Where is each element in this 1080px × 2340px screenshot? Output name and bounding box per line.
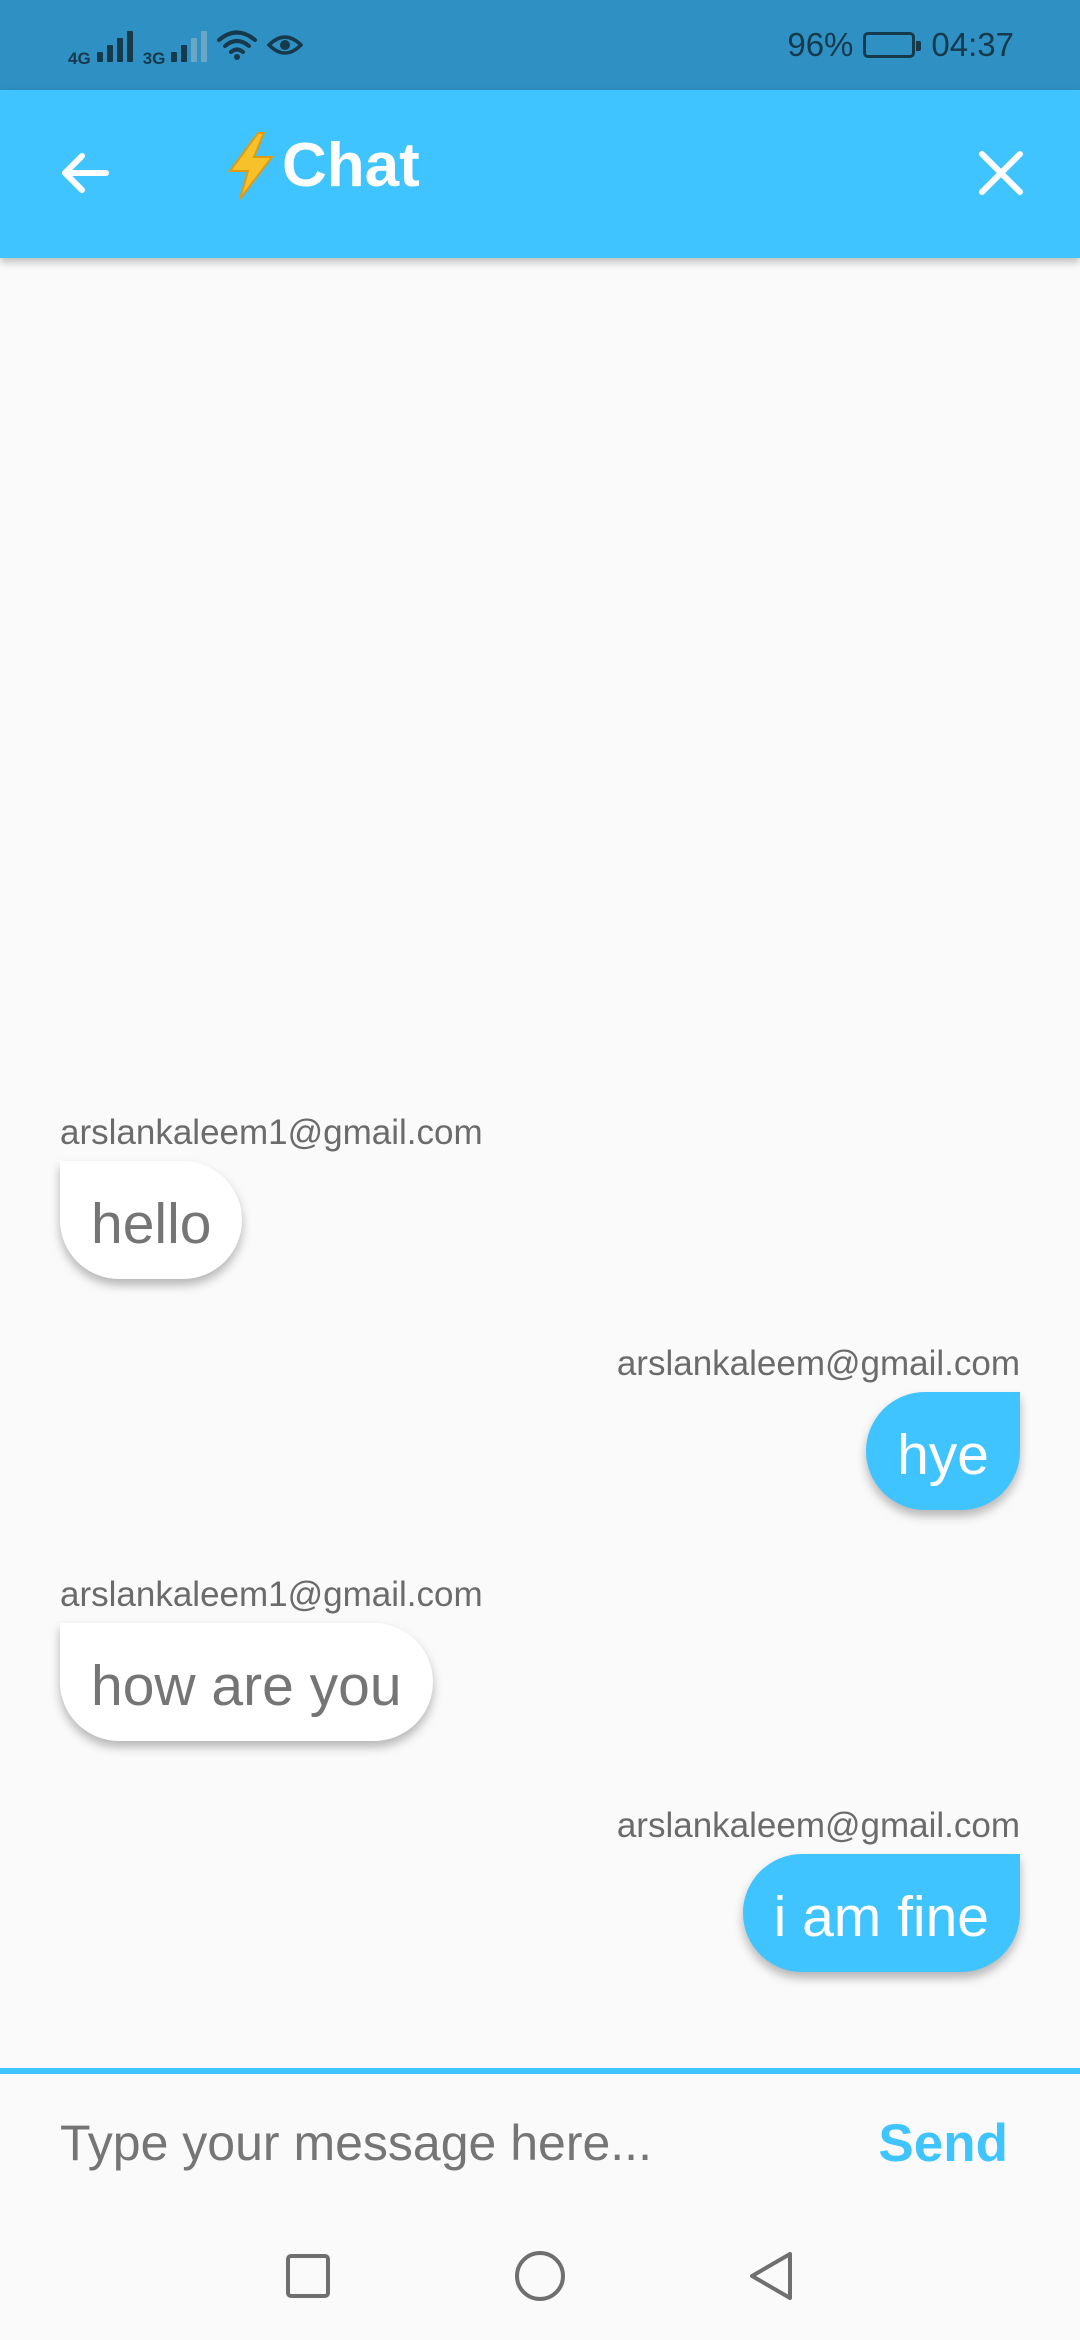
home-icon[interactable] — [514, 2250, 566, 2302]
title-group: Chat — [222, 130, 420, 201]
send-button[interactable]: Send — [878, 2113, 1008, 2174]
arrow-left-icon[interactable] — [52, 140, 118, 206]
signal-weak-icon — [171, 28, 208, 62]
message-composer: Send — [0, 2068, 1080, 2212]
message-sender: arslankaleem1@gmail.com — [60, 1575, 483, 1614]
app-bar: Chat — [0, 90, 1080, 258]
message-bubble: hye — [866, 1392, 1020, 1510]
recent-apps-icon[interactable] — [282, 2250, 334, 2302]
signal-icon — [96, 28, 133, 62]
message-bubble: how are you — [60, 1623, 433, 1741]
message-item: arslankaleem@gmail.com i am fine — [617, 1806, 1020, 1972]
message-input[interactable] — [60, 2114, 840, 2172]
battery-icon — [863, 32, 922, 58]
network-type-2: 3G — [142, 49, 166, 68]
wifi-icon — [217, 30, 258, 60]
message-item: arslankaleem@gmail.com hye — [617, 1344, 1020, 1510]
message-sender: arslankaleem1@gmail.com — [60, 1113, 483, 1152]
battery-percent: 96% — [787, 26, 854, 63]
message-list[interactable]: arslankaleem1@gmail.com hello arslankale… — [0, 258, 1080, 2068]
status-right: 96% 04:37 — [787, 26, 1014, 64]
message-sender: arslankaleem@gmail.com — [616, 1806, 1020, 1845]
network-type-1: 4G — [68, 49, 91, 68]
status-bar: 4G 3G 96% 04:37 — [0, 0, 1080, 90]
lightning-icon — [228, 131, 275, 200]
clock: 04:37 — [931, 26, 1014, 63]
message-item: arslankaleem1@gmail.com hello — [60, 1113, 483, 1279]
close-icon[interactable] — [968, 140, 1034, 206]
message-sender: arslankaleem@gmail.com — [616, 1344, 1020, 1383]
status-left: 4G 3G — [68, 21, 304, 69]
back-triangle-icon[interactable] — [746, 2250, 798, 2302]
message-bubble: hello — [60, 1161, 243, 1279]
eye-icon — [267, 35, 304, 55]
page-title: Chat — [282, 131, 420, 200]
message-item: arslankaleem1@gmail.com how are you — [60, 1575, 483, 1741]
system-nav-bar — [0, 2212, 1080, 2340]
message-bubble: i am fine — [742, 1854, 1020, 1972]
